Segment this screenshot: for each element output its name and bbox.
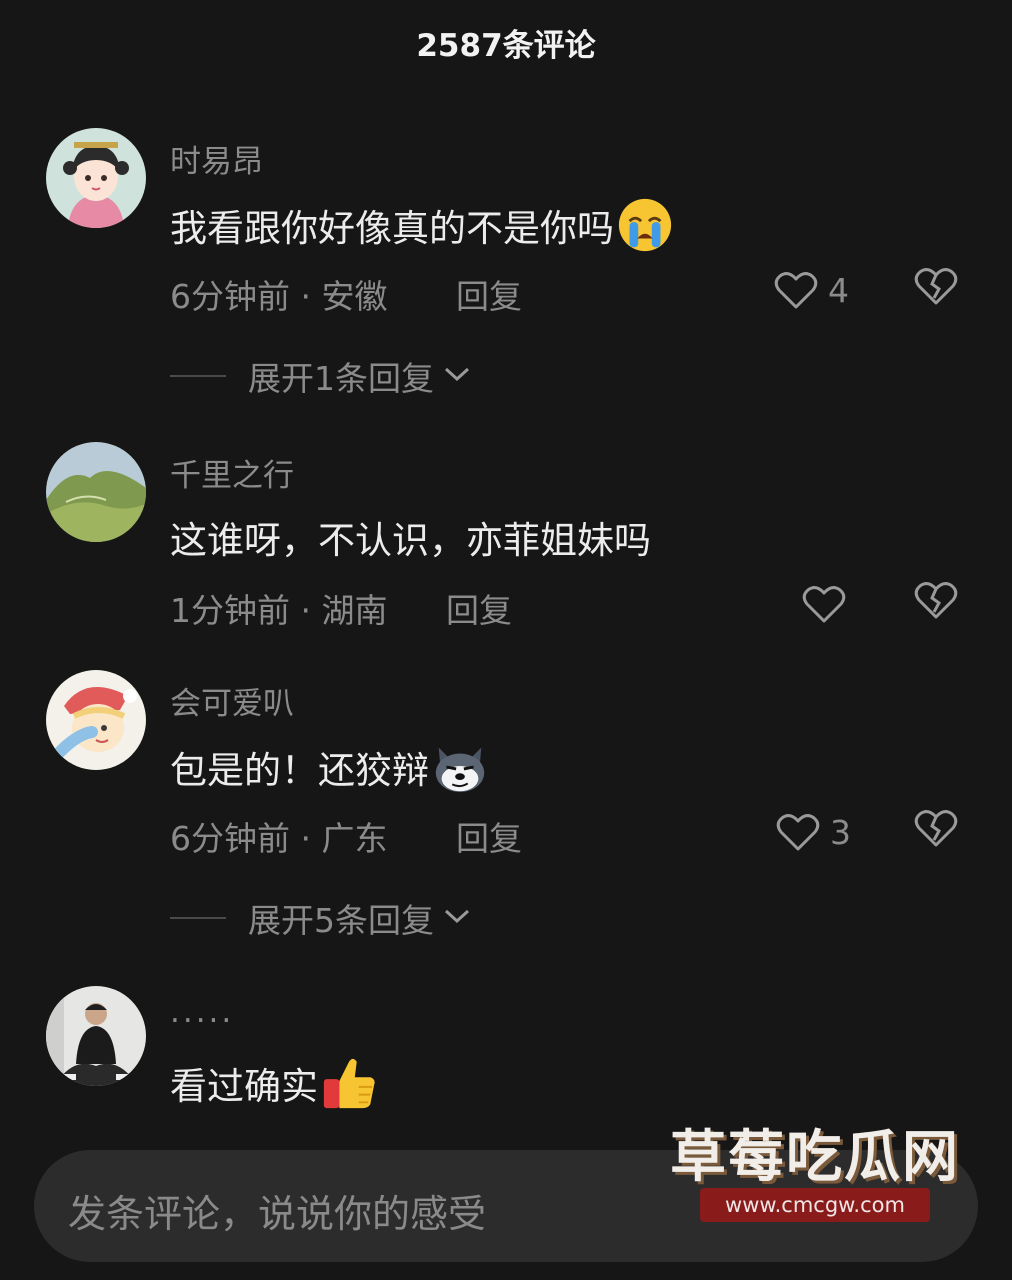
reply-button[interactable]: 回复 [446,584,512,632]
reply-button[interactable]: 回复 [456,270,522,318]
expand-replies-label: 展开1条回复 [248,359,434,398]
thumbs-up-icon [320,1054,378,1112]
comment-time-location: 1分钟前 · 湖南 [170,591,388,630]
comment-username[interactable]: ..... [170,994,234,1030]
like-button[interactable]: 4 [774,266,849,314]
comment-text-content: 包是的！还狡辩 [170,749,429,792]
comment-time-location: 6分钟前 · 广东 [170,819,388,858]
dislike-button[interactable] [914,808,958,848]
loudly-crying-face-icon [616,196,674,254]
heart-outline-icon [776,812,820,852]
avatar[interactable] [46,442,146,542]
reply-button[interactable]: 回复 [456,812,522,860]
chevron-down-icon [434,906,472,930]
watermark-url: www.cmcgw.com [700,1188,930,1222]
comment-username[interactable]: 会可爱叭 [170,678,294,723]
comment-text: 看过确实 [170,1054,378,1112]
comment-username[interactable]: 千里之行 [170,450,294,495]
divider-line [170,917,226,919]
like-count: 3 [830,812,851,852]
expand-replies-button[interactable]: 展开1条回复 [170,352,472,400]
comment-text: 包是的！还狡辩 [170,738,489,796]
dislike-button[interactable] [914,580,958,620]
divider-line [170,375,226,377]
heart-outline-icon [774,270,818,310]
broken-heart-icon [914,808,958,848]
like-button[interactable]: 3 [776,808,851,856]
chevron-down-icon [434,364,472,388]
broken-heart-icon [914,266,958,306]
comment-text-content: 这谁呀，不认识，亦菲姐妹吗 [170,519,651,562]
like-button[interactable] [802,580,846,628]
comment-text: 这谁呀，不认识，亦菲姐妹吗 [170,510,651,564]
watermark-title: 草莓吃瓜网 [670,1125,960,1190]
comment-username[interactable]: 时易昂 [170,136,263,181]
watermark: 草莓吃瓜网 www.cmcgw.com [654,1112,976,1224]
comment-text-content: 我看跟你好像真的不是你吗 [170,207,614,250]
smug-husky-face-icon [431,738,489,796]
dislike-button[interactable] [914,266,958,306]
comment-text-content: 看过确实 [170,1065,318,1108]
comment-time-location: 6分钟前 · 安徽 [170,277,388,316]
avatar[interactable] [46,128,146,228]
avatar[interactable] [46,986,146,1086]
expand-replies-label: 展开5条回复 [248,901,434,940]
comment-text: 我看跟你好像真的不是你吗 [170,196,674,254]
avatar[interactable] [46,670,146,770]
heart-outline-icon [802,584,846,624]
comment-count-title: 2587条评论 [416,28,596,64]
like-count: 4 [828,270,849,310]
expand-replies-button[interactable]: 展开5条回复 [170,894,472,942]
broken-heart-icon [914,580,958,620]
comments-panel: 2587条评论 时易昂 我看跟你好像真的不是你吗 6分钟前 · 安徽 回复 4 … [0,0,1012,1280]
comment-input-placeholder: 发条评论，说说你的感受 [68,1192,487,1236]
